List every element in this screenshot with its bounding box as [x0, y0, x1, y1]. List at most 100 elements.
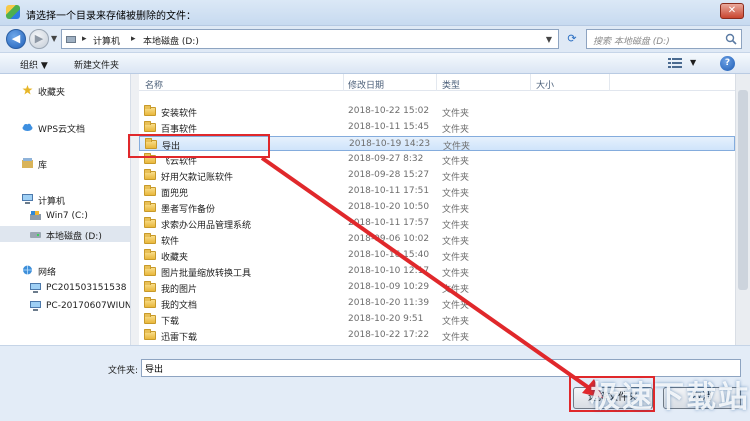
sidebar-item-drive-c[interactable]: Win7 (C:): [0, 208, 130, 224]
folder-icon: [144, 281, 156, 292]
folder-icon: [144, 169, 156, 180]
dialog-title: 请选择一个目录来存储被删除的文件：: [26, 11, 196, 22]
sidebar-item-wps-cloud[interactable]: WPS云文档: [0, 119, 130, 135]
drive-d-icon: [30, 232, 41, 238]
library-icon: [22, 158, 33, 168]
table-row[interactable]: 图片批量缩放转换工具 2018-10-10 12:17 文件夹: [139, 264, 735, 279]
file-name: 下载: [161, 317, 180, 327]
file-name: 收藏夹: [161, 253, 189, 263]
column-divider[interactable]: [609, 74, 610, 91]
folder-icon: [144, 297, 156, 308]
column-divider[interactable]: [530, 74, 531, 91]
file-date: 2018-10-16 15:40: [348, 250, 430, 260]
breadcrumb-drive-d[interactable]: 本地磁盘 (D:): [143, 34, 199, 47]
annotation-highlight-button: [569, 376, 655, 412]
file-type: 文件夹: [442, 317, 470, 327]
column-divider[interactable]: [343, 74, 344, 91]
command-toolbar: 组织 ▼ 新建文件夹 ▼ ?: [0, 52, 750, 74]
file-type: 文件夹: [442, 269, 470, 279]
file-date: 2018-10-09 10:29: [348, 282, 430, 292]
file-type: 文件夹: [443, 142, 471, 152]
file-name: 软件: [161, 237, 180, 247]
sidebar-item-favorites[interactable]: 收藏夹: [0, 82, 130, 98]
scrollbar-thumb[interactable]: [738, 90, 748, 290]
sidebar-item-computer[interactable]: 计算机: [0, 191, 130, 207]
folder-icon: [144, 313, 156, 324]
address-field[interactable]: ▸ 计算机 ▸ 本地磁盘 (D:) ▼: [61, 29, 559, 49]
folder-icon: [144, 201, 156, 212]
file-name: 墨者写作备份: [161, 205, 216, 215]
file-name: 我的图片: [161, 285, 198, 295]
drive-c-icon: [30, 211, 41, 220]
file-name: 安装软件: [161, 109, 198, 119]
pc-icon: [30, 301, 41, 311]
folder-name-field[interactable]: [141, 359, 741, 377]
table-row[interactable]: 墨者写作备份 2018-10-20 10:50 文件夹: [139, 200, 735, 215]
refresh-button[interactable]: ⟳: [563, 29, 581, 49]
back-button[interactable]: ◀: [6, 29, 26, 49]
column-size-header[interactable]: 大小: [536, 78, 554, 91]
file-type: 文件夹: [442, 333, 470, 343]
close-button[interactable]: ✕: [720, 3, 744, 19]
address-dropdown-icon[interactable]: ▼: [546, 35, 552, 44]
file-date: 2018-10-22 15:02: [348, 106, 430, 116]
table-row[interactable]: 百事软件 2018-10-11 15:45 文件夹: [139, 120, 735, 135]
table-row[interactable]: 下载 2018-10-20 9:51 文件夹: [139, 312, 735, 327]
annotation-highlight-folder: [128, 134, 270, 158]
column-divider[interactable]: [436, 74, 437, 91]
network-icon: [23, 265, 32, 275]
star-icon: [22, 85, 33, 95]
address-bar-row: ◀ ▶ ▼ ▸ 计算机 ▸ 本地磁盘 (D:) ▼ ⟳ 搜索 本地磁盘 (D:): [0, 26, 750, 52]
file-name: 迅雷下载: [161, 333, 198, 343]
sidebar-scrollbar[interactable]: [131, 74, 139, 345]
help-button[interactable]: ?: [720, 56, 735, 71]
table-row[interactable]: 收藏夹 2018-10-16 15:40 文件夹: [139, 248, 735, 263]
chevron-right-icon[interactable]: ▸: [131, 34, 136, 44]
file-name: 我的文档: [161, 301, 198, 311]
sidebar-item-libraries[interactable]: 库: [0, 155, 130, 171]
search-icon[interactable]: [725, 33, 737, 45]
table-row[interactable]: 求索办公用品管理系统 2018-10-11 17:57 文件夹: [139, 216, 735, 231]
file-list-scrollbar[interactable]: [735, 74, 750, 345]
file-type: 文件夹: [442, 221, 470, 231]
file-date: 2018-09-06 10:02: [348, 234, 430, 244]
new-folder-button[interactable]: 新建文件夹: [74, 58, 119, 71]
table-row[interactable]: 软件 2018-09-06 10:02 文件夹: [139, 232, 735, 247]
table-row[interactable]: 我的图片 2018-10-09 10:29 文件夹: [139, 280, 735, 295]
table-row[interactable]: 面兜兜 2018-10-11 17:51 文件夹: [139, 184, 735, 199]
view-dropdown-icon[interactable]: ▼: [690, 58, 696, 67]
file-type: 文件夹: [442, 285, 470, 295]
file-date: 2018-10-20 10:50: [348, 202, 430, 212]
history-dropdown-icon[interactable]: ▼: [51, 34, 57, 43]
sidebar-item-pc-2[interactable]: PC-20170607WIUN: [0, 298, 130, 314]
search-input[interactable]: 搜索 本地磁盘 (D:): [586, 29, 742, 49]
search-placeholder: 搜索 本地磁盘 (D:): [593, 37, 670, 47]
file-date: 2018-10-11 17:51: [348, 186, 430, 196]
column-type-header[interactable]: 类型: [442, 78, 460, 91]
file-date: 2018-10-11 15:45: [348, 122, 430, 132]
file-type: 文件夹: [442, 205, 470, 215]
folder-icon: [144, 249, 156, 260]
title-bar: 请选择一个目录来存储被删除的文件： ✕: [0, 0, 750, 26]
sidebar-item-drive-d[interactable]: 本地磁盘 (D:): [0, 226, 130, 242]
cancel-button[interactable]: 取消: [663, 387, 741, 409]
column-name-header[interactable]: 名称: [145, 78, 163, 91]
chevron-right-icon[interactable]: ▸: [82, 34, 87, 44]
sidebar-item-pc-1[interactable]: PC201503151538: [0, 280, 130, 296]
file-date: 2018-10-22 17:22: [348, 330, 430, 340]
breadcrumb-computer[interactable]: 计算机: [93, 34, 120, 47]
file-date: 2018-10-20 9:51: [348, 314, 424, 324]
file-type: 文件夹: [442, 253, 470, 263]
file-name: 求索办公用品管理系统: [161, 221, 252, 231]
sidebar-item-network[interactable]: 网络: [0, 262, 130, 278]
table-row[interactable]: 迅雷下载 2018-10-22 17:22 文件夹: [139, 328, 735, 343]
navigation-pane: 收藏夹 WPS云文档 库 计算机 Win7 (C:) 本地磁盘 (D:) 网络 …: [0, 74, 131, 345]
column-date-header[interactable]: 修改日期: [348, 78, 384, 91]
view-options-icon[interactable]: [668, 57, 682, 69]
organize-menu-button[interactable]: 组织 ▼: [20, 58, 48, 71]
table-row[interactable]: 我的文档 2018-10-20 11:39 文件夹: [139, 296, 735, 311]
table-row[interactable]: 好用欠款记账软件 2018-09-28 15:27 文件夹: [139, 168, 735, 183]
forward-button[interactable]: ▶: [29, 29, 49, 49]
table-row[interactable]: 安装软件 2018-10-22 15:02 文件夹: [139, 104, 735, 119]
file-type: 文件夹: [442, 237, 470, 247]
